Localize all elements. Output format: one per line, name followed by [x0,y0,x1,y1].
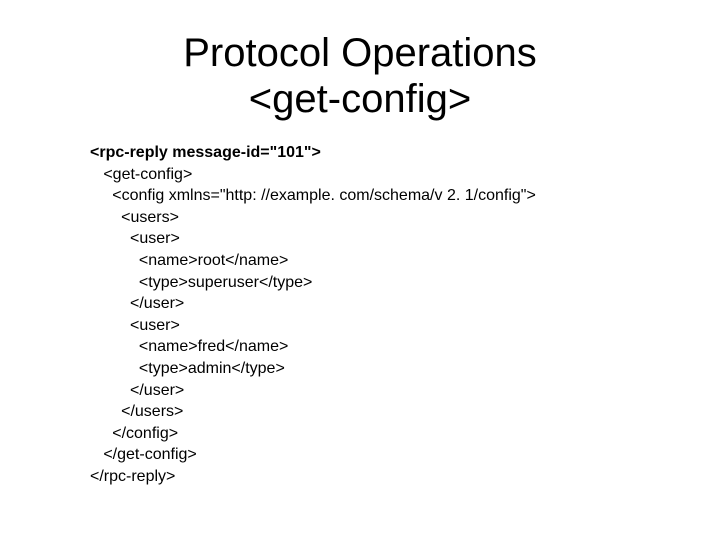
code-line: <user> [90,230,180,247]
code-line: <get-config> [90,166,192,183]
code-line: </get-config> [90,446,197,463]
code-line: <config xmlns="http: //example. com/sche… [90,187,536,204]
code-line: </user> [90,295,184,312]
code-line: </users> [90,403,183,420]
code-line: <name>fred</name> [90,338,288,355]
slide: Protocol Operations <get-config> <rpc-re… [0,0,720,540]
code-line: <user> [90,317,180,334]
code-line: <rpc-reply message-id="101"> [90,144,321,161]
title-line-1: Protocol Operations [183,31,537,75]
code-line: <type>superuser</type> [90,274,312,291]
code-line: <name>root</name> [90,252,288,269]
code-line: <users> [90,209,179,226]
code-line: </config> [90,425,178,442]
code-line: <type>admin</type> [90,360,285,377]
slide-title: Protocol Operations <get-config> [0,30,720,122]
code-block: <rpc-reply message-id="101"> <get-config… [90,142,720,488]
title-line-2: <get-config> [249,77,471,121]
code-line: </rpc-reply> [90,468,175,485]
code-line: </user> [90,382,184,399]
